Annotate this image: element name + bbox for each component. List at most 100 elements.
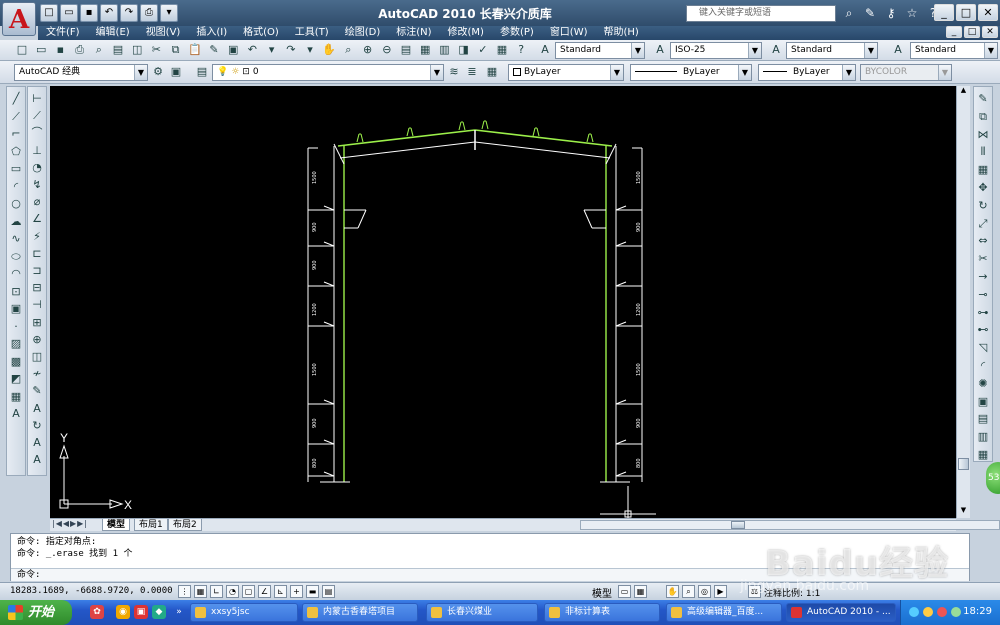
redo-list-icon[interactable]: ▾ <box>302 42 318 58</box>
rectangle-icon[interactable]: ▭ <box>8 161 24 177</box>
scroll-up-icon[interactable]: ▲ <box>958 86 969 98</box>
layout-tab-2[interactable]: 布局2 <box>168 519 202 531</box>
otrack-icon[interactable]: ∠ <box>258 585 271 598</box>
vertical-scrollbar[interactable]: ▲ ▼ <box>956 86 970 518</box>
taskbar-button-2[interactable]: 长春兴煤业 <box>426 603 538 622</box>
zoom-previous-icon[interactable]: ⊖ <box>379 42 395 58</box>
workspace-settings-icon[interactable]: ⚙ <box>150 64 166 80</box>
dim-style-combo[interactable]: ISO-25 ▼ <box>670 42 762 59</box>
tab-nav-arrows-icon[interactable]: |◀◀▶▶| <box>52 519 88 528</box>
move-icon[interactable]: ✥ <box>975 180 991 196</box>
paste-icon[interactable]: 📋 <box>187 42 203 58</box>
markup-icon[interactable]: ✓ <box>475 42 491 58</box>
lineweight-display-icon[interactable]: ▬ <box>306 585 319 598</box>
qat-dropdown-icon[interactable]: ▾ <box>160 4 178 22</box>
draworder-back-icon[interactable]: ▤ <box>975 411 991 427</box>
mirror-icon[interactable]: ⋈ <box>975 127 991 143</box>
network-icon[interactable] <box>909 607 919 617</box>
ortho-mode-icon[interactable]: ∟ <box>210 585 223 598</box>
quick-view-layouts-icon[interactable]: ▭ <box>618 585 631 598</box>
minimize-button[interactable]: _ <box>934 4 954 21</box>
make-current-layer-icon[interactable]: ≋ <box>446 64 462 80</box>
match-properties-icon[interactable]: ✎ <box>206 42 222 58</box>
block-editor-icon[interactable]: ▣ <box>225 42 241 58</box>
design-center-icon[interactable]: ▦ <box>417 42 433 58</box>
green-badge[interactable]: 53 <box>986 462 1000 494</box>
zoom-realtime-icon[interactable]: ⌕ <box>340 42 356 58</box>
make-block-icon[interactable]: ▣ <box>8 301 24 317</box>
vertical-scroll-thumb[interactable] <box>958 458 969 470</box>
tool-palettes-icon[interactable]: ▥ <box>436 42 452 58</box>
publish-icon[interactable]: ▤ <box>110 42 126 58</box>
ellipse-arc-icon[interactable]: ◠ <box>8 266 24 282</box>
dim-style-side-icon[interactable]: A <box>29 435 45 451</box>
ducs-icon[interactable]: ⊾ <box>274 585 287 598</box>
scroll-down-icon[interactable]: ▼ <box>958 506 969 518</box>
pan-icon[interactable]: ✋ <box>666 585 679 598</box>
layout-tab-1[interactable]: 布局1 <box>134 519 168 531</box>
array-icon[interactable]: ▦ <box>975 162 991 178</box>
hatch-icon[interactable]: ▨ <box>8 336 24 352</box>
tray-app-icon[interactable] <box>951 607 961 617</box>
radius-icon[interactable]: ◔ <box>29 160 45 176</box>
color-combo[interactable]: ByLayer ▼ <box>508 64 624 81</box>
menu-item-8[interactable]: 修改(M) <box>440 26 492 40</box>
toolbar-lock-icon[interactable]: ▣ <box>168 64 184 80</box>
redo-icon[interactable]: ↷ <box>120 4 138 22</box>
workspace-combo[interactable]: AutoCAD 经典 ▼ <box>14 64 148 81</box>
text-style-combo[interactable]: Standard ▼ <box>555 42 645 59</box>
menu-item-2[interactable]: 视图(V) <box>138 26 189 40</box>
arc-icon[interactable]: ◜ <box>8 179 24 195</box>
quick-view-drawings-icon[interactable]: ▦ <box>634 585 647 598</box>
rotate-icon[interactable]: ↻ <box>975 198 991 214</box>
draworder-front-icon[interactable]: ▣ <box>975 394 991 410</box>
layout-tab-0[interactable]: 模型 <box>102 519 131 531</box>
redo-icon[interactable]: ↷ <box>283 42 299 58</box>
menu-item-7[interactable]: 标注(N) <box>388 26 439 40</box>
model-space-button[interactable]: 模型 <box>592 585 612 600</box>
plotstyle-combo[interactable]: BYCOLOR ▼ <box>860 64 952 81</box>
restore-button[interactable]: □ <box>956 4 976 21</box>
coordinate-readout[interactable]: 18283.1689, -6688.9720, 0.0000 <box>10 586 173 596</box>
menu-item-1[interactable]: 编辑(E) <box>88 26 138 40</box>
quickcalc-icon[interactable]: ▦ <box>494 42 510 58</box>
snap-mode-icon[interactable]: ⋮ <box>178 585 191 598</box>
lineweight-combo[interactable]: ByLayer ▼ <box>758 64 856 81</box>
copy-object-icon[interactable]: ⧉ <box>975 109 991 125</box>
menu-item-6[interactable]: 绘图(D) <box>337 26 389 40</box>
menu-item-5[interactable]: 工具(T) <box>287 26 337 40</box>
osnap-icon[interactable]: ▢ <box>242 585 255 598</box>
table-icon[interactable]: ▦ <box>8 389 24 405</box>
dim-text-edit-icon[interactable]: A <box>29 401 45 417</box>
aligned-dim-icon[interactable]: ⟋ <box>29 108 45 124</box>
mdi-close-button[interactable]: ✕ <box>982 26 998 38</box>
dim-break-icon[interactable]: ⊣ <box>29 297 45 313</box>
ellipse-icon[interactable]: ⬭ <box>8 249 24 265</box>
trim-icon[interactable]: ✂ <box>975 251 991 267</box>
help-icon[interactable]: ? <box>513 42 529 58</box>
taskbar-button-0[interactable]: xxsy5jsc <box>190 603 298 622</box>
communication-icon[interactable]: ✎ <box>861 5 879 22</box>
table-style-combo[interactable]: Standard ▼ <box>786 42 878 59</box>
offset-icon[interactable]: ⫴ <box>975 144 991 160</box>
diameter-icon[interactable]: ⌀ <box>29 194 45 210</box>
help-search-input[interactable]: 键入关键字或短语 <box>686 5 836 22</box>
continue-icon[interactable]: ⊐ <box>29 263 45 279</box>
scale-icon[interactable]: ⤢ <box>975 216 991 232</box>
volume-icon[interactable] <box>923 607 933 617</box>
drawing-canvas[interactable]: 1500 900 900 1200 1500 900 800 1500 900 1200 1500… <box>50 86 956 518</box>
mdi-minimize-button[interactable]: _ <box>946 26 962 38</box>
inspection-icon[interactable]: ◫ <box>29 349 45 365</box>
revision-cloud-icon[interactable]: ☁ <box>8 214 24 230</box>
sheet-set-icon[interactable]: ◨ <box>456 42 472 58</box>
open-icon[interactable]: ▭ <box>60 4 78 22</box>
arc-length-icon[interactable]: ⌒ <box>29 125 45 141</box>
gradient-icon[interactable]: ▩ <box>8 354 24 370</box>
insert-block-icon[interactable]: ⊡ <box>8 284 24 300</box>
showmotion-icon[interactable]: ▶ <box>714 585 727 598</box>
center-mark-icon[interactable]: ⊕ <box>29 332 45 348</box>
text-style-icon[interactable]: A <box>537 42 553 58</box>
polyline-icon[interactable]: ⌐ <box>8 126 24 142</box>
text-side-icon[interactable]: A <box>29 452 45 468</box>
menu-item-11[interactable]: 帮助(H) <box>596 26 647 40</box>
